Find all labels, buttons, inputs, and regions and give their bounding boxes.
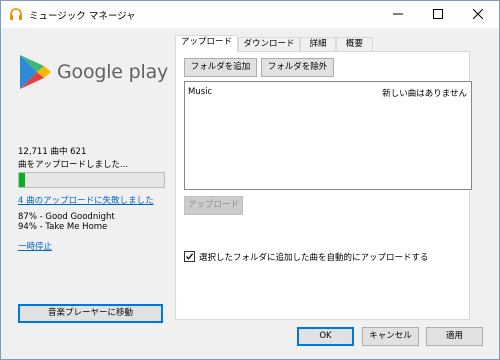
music-manager-window: ミュージック マネージャ Google play 12,711 曲中 621 曲… — [0, 0, 500, 360]
upload-status: 曲をアップロードしました... — [18, 160, 129, 170]
tab-upload[interactable]: アップロード — [175, 35, 238, 52]
close-icon — [473, 9, 483, 19]
pause-link[interactable]: 一時停止 — [18, 240, 52, 252]
upload-progress-bar — [18, 172, 165, 188]
cancel-button[interactable]: キャンセル — [362, 327, 419, 346]
window-title: ミュージック マネージャ — [29, 11, 136, 22]
folder-name: Music — [188, 87, 213, 97]
maximize-icon — [433, 9, 443, 19]
remove-folder-button[interactable]: フォルダを除外 — [261, 58, 334, 77]
title-bar[interactable]: ミュージック マネージャ — [1, 1, 499, 28]
tab-details[interactable]: 詳細 — [300, 37, 336, 51]
tab-about[interactable]: 概要 — [336, 37, 373, 51]
checkmark-icon — [186, 253, 194, 260]
failed-uploads-link[interactable]: 4 曲のアップロードに失敗しました — [18, 194, 154, 206]
go-to-music-player-button[interactable]: 音楽プレーヤーに移動 — [18, 304, 163, 323]
minimize-button[interactable] — [379, 1, 419, 28]
headphones-icon — [10, 8, 22, 20]
upload-progress-fill — [19, 173, 25, 187]
song-progress-line: 87% - Good Goodnight — [18, 212, 115, 222]
add-folder-button[interactable]: フォルダを追加 — [184, 58, 257, 77]
folder-list[interactable]: Music 新しい曲はありません — [184, 81, 472, 190]
google-play-logo-icon — [20, 55, 51, 89]
apply-button[interactable]: 適用 — [426, 327, 483, 346]
minimize-icon — [393, 13, 403, 15]
song-progress-line: 94% - Take Me Home — [18, 222, 108, 232]
auto-upload-label: 選択したフォルダに追加した曲を自動的にアップロードする — [199, 253, 429, 263]
auto-upload-checkbox[interactable] — [184, 251, 195, 262]
ok-button[interactable]: OK — [297, 327, 354, 346]
close-button[interactable] — [459, 1, 499, 28]
google-play-wordmark: Google play — [57, 61, 169, 83]
maximize-button[interactable] — [419, 1, 459, 28]
folder-status: 新しい曲はありません — [382, 89, 467, 99]
upload-count: 12,711 曲中 621 — [18, 147, 87, 157]
tab-download[interactable]: ダウンロード — [238, 37, 300, 51]
upload-button[interactable]: アップロード — [184, 196, 243, 215]
